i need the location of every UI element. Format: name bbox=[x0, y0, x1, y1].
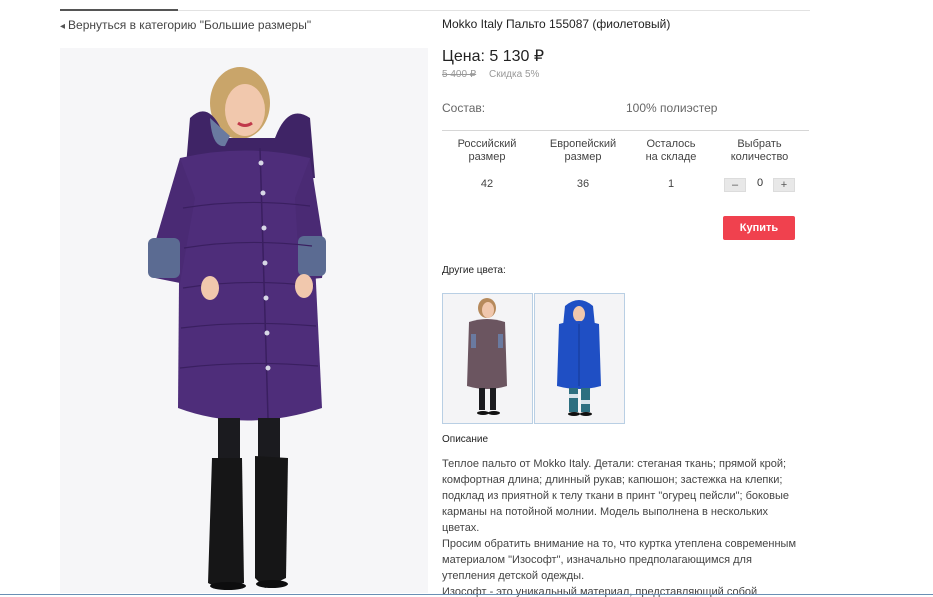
quantity-decrease-button[interactable]: – bbox=[724, 178, 746, 192]
size-table-header-eu: Европейский размер bbox=[540, 138, 626, 164]
product-main-photo[interactable] bbox=[60, 48, 428, 593]
color-thumbnail-blue[interactable] bbox=[534, 293, 625, 424]
header-ru-line2: размер bbox=[468, 151, 506, 163]
size-table-header-quantity: Выбрать количество bbox=[722, 138, 797, 164]
arrow-left-icon: ◂ bbox=[60, 21, 66, 32]
eu-size-value: 36 bbox=[576, 178, 590, 190]
product-title: Mokko Italy Пальто 155087 (фиолетовый) bbox=[442, 17, 671, 31]
color-thumbnail-brown[interactable] bbox=[442, 293, 533, 424]
old-price: 5 400 ₽ bbox=[442, 69, 477, 80]
description-paragraph-1: Теплое пальто от Mokko Italy. Детали: ст… bbox=[442, 458, 789, 534]
discount-badge: Скидка 5% bbox=[489, 69, 540, 80]
header-stock-line2: на складе bbox=[645, 151, 697, 163]
composition-value: 100% полиэстер bbox=[626, 101, 718, 115]
header-qty-line2: количество bbox=[730, 151, 789, 163]
header-eu-line2: размер bbox=[564, 151, 602, 163]
description-title: Описание bbox=[442, 434, 489, 445]
header-qty-line1: Выбрать bbox=[737, 138, 782, 150]
bottom-divider bbox=[0, 594, 933, 595]
back-to-category-link[interactable]: ◂ Вернуться в категорию "Большие размеры" bbox=[60, 18, 311, 32]
header-stock-line1: Осталось bbox=[646, 138, 696, 150]
quantity-increase-button[interactable]: + bbox=[773, 178, 795, 192]
description-text: Теплое пальто от Mokko Italy. Детали: ст… bbox=[442, 456, 802, 597]
top-divider-accent bbox=[60, 9, 178, 11]
other-colors-label: Другие цвета: bbox=[442, 265, 506, 276]
product-price: Цена: 5 130 ₽ bbox=[442, 48, 545, 65]
description-paragraph-3: Изософт - это уникальный материал, предс… bbox=[442, 586, 758, 597]
description-paragraph-2: Просим обратить внимание на то, что курт… bbox=[442, 538, 797, 582]
stock-value: 1 bbox=[667, 178, 675, 190]
buy-button[interactable]: Купить bbox=[723, 216, 795, 240]
header-ru-line1: Российский bbox=[457, 138, 517, 150]
quantity-value[interactable]: 0 bbox=[755, 177, 765, 189]
header-eu-line1: Европейский bbox=[549, 138, 617, 150]
ru-size-value: 42 bbox=[480, 178, 494, 190]
composition-label: Состав: bbox=[442, 101, 486, 115]
back-link-label: Вернуться в категорию "Большие размеры" bbox=[68, 18, 312, 32]
size-table-header-stock: Осталось на складе bbox=[636, 138, 706, 164]
size-table-header-ru: Российский размер bbox=[447, 138, 527, 164]
size-table-divider bbox=[442, 130, 809, 131]
